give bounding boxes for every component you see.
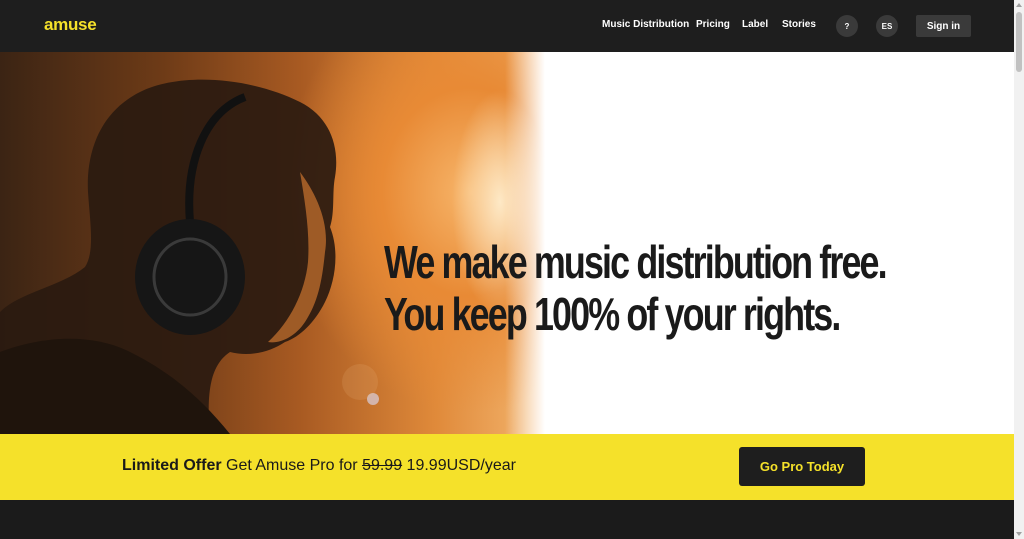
- offer-text: Limited Offer Get Amuse Pro for 59.99 19…: [122, 457, 516, 475]
- scroll-up-arrow-icon[interactable]: [1016, 3, 1022, 7]
- hero-section: We make music distribution free. You kee…: [0, 52, 1014, 434]
- hero-headline-line1: We make music distribution free.: [384, 236, 888, 288]
- help-button[interactable]: ?: [836, 15, 858, 37]
- nav-pricing[interactable]: Pricing: [696, 19, 730, 30]
- main-nav: Music Distribution Pricing Label Stories…: [0, 0, 1014, 52]
- signin-button[interactable]: Sign in: [916, 15, 971, 37]
- scroll-down-arrow-icon[interactable]: [1016, 532, 1022, 536]
- offer-old-price: 59.99: [362, 457, 403, 474]
- language-button[interactable]: ES: [876, 15, 898, 37]
- nav-music-distribution[interactable]: Music Distribution: [602, 19, 689, 30]
- nav-stories[interactable]: Stories: [782, 19, 816, 30]
- offer-strong-label: Limited Offer: [122, 457, 222, 474]
- hero-headline-line2: You keep 100% of your rights.: [384, 288, 841, 340]
- hero-headline: We make music distribution free. You kee…: [384, 236, 888, 340]
- go-pro-button[interactable]: Go Pro Today: [739, 447, 865, 486]
- offer-new-price: 19.99USD/year: [402, 457, 516, 474]
- page-scrollbar[interactable]: [1014, 0, 1024, 539]
- offer-description: Get Amuse Pro for: [221, 457, 363, 474]
- scroll-thumb[interactable]: [1016, 12, 1022, 72]
- site-header: amuse Music Distribution Pricing Label S…: [0, 0, 1014, 52]
- nav-label[interactable]: Label: [742, 19, 768, 30]
- dark-section: [0, 500, 1014, 539]
